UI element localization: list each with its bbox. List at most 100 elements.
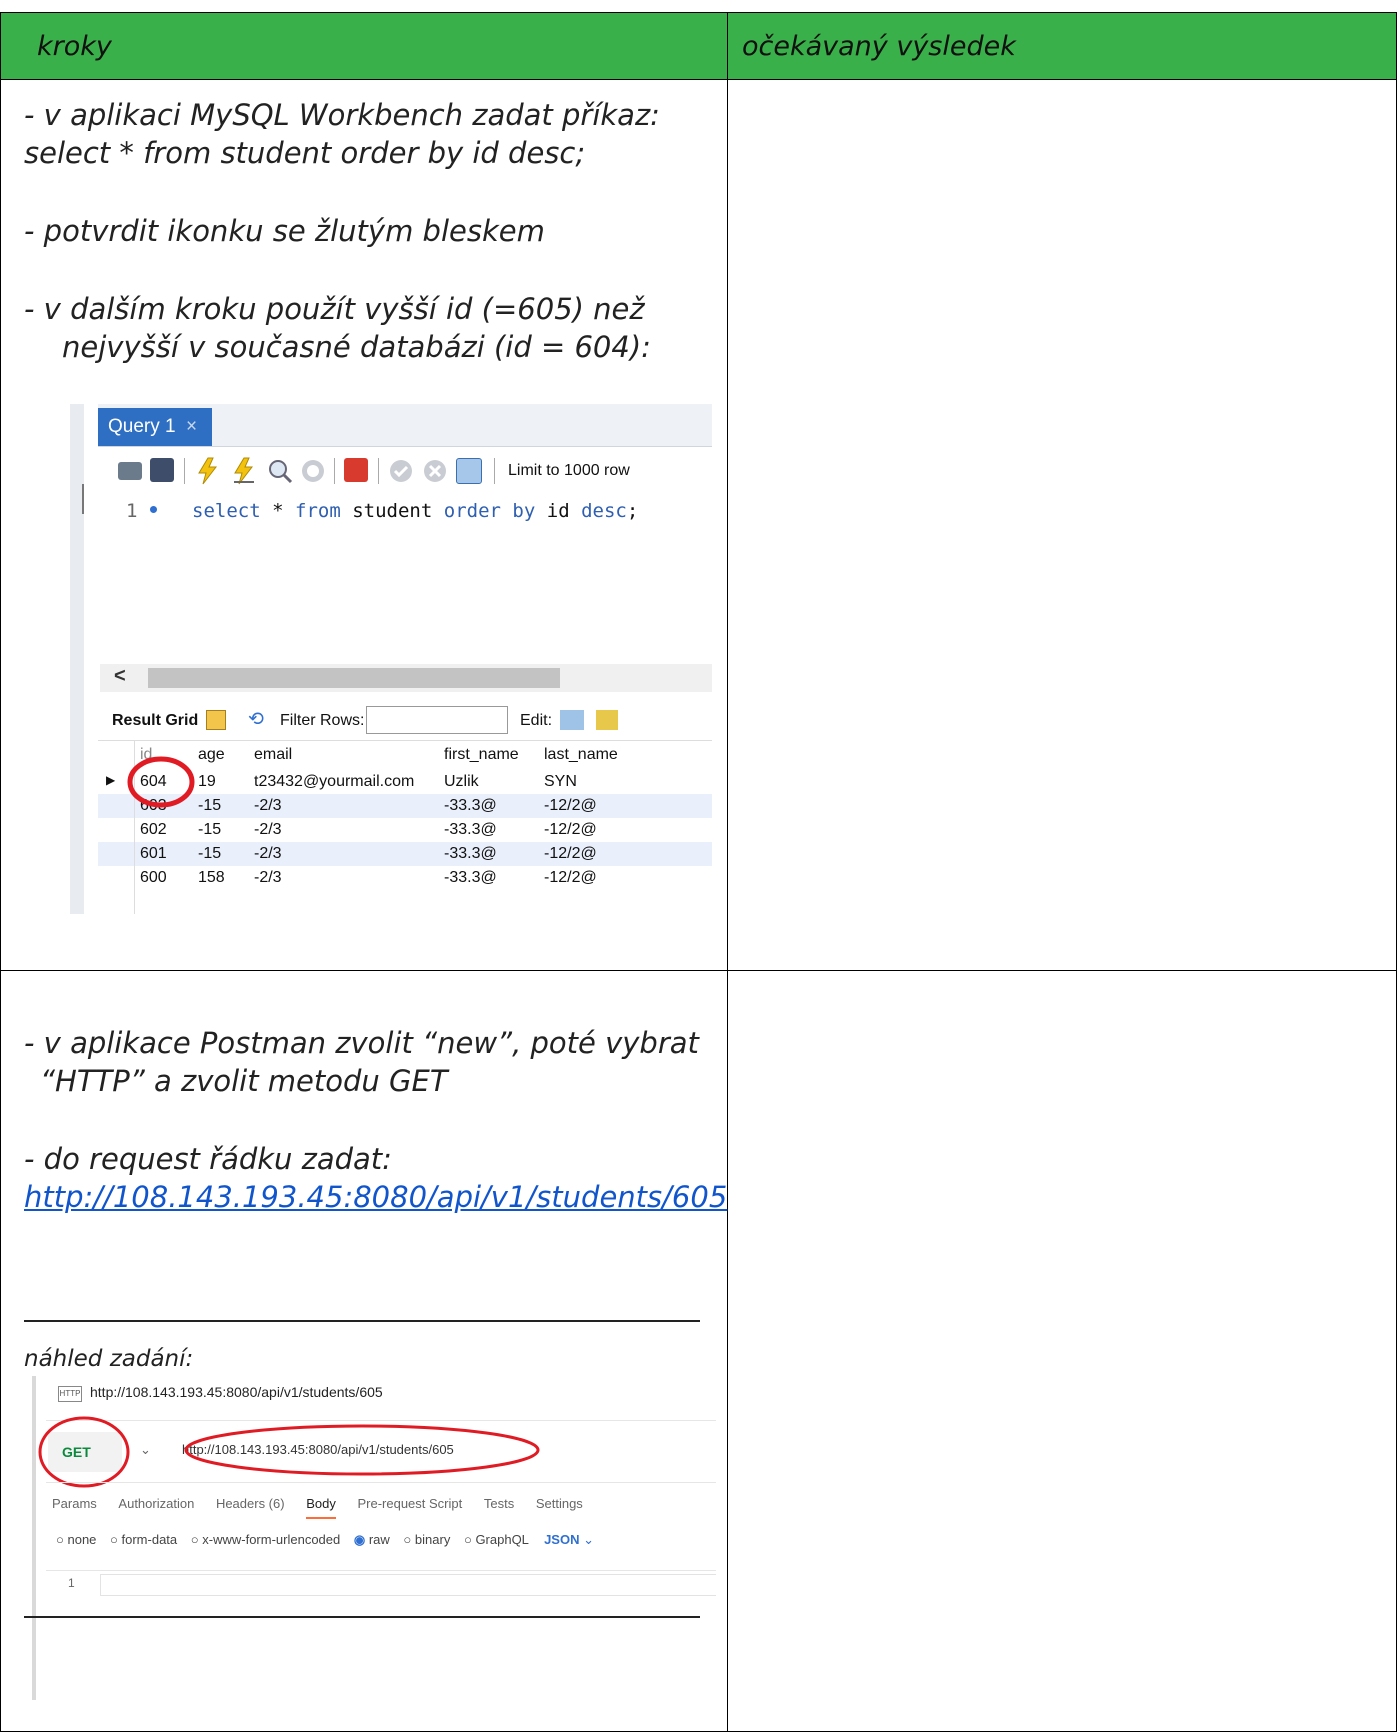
editor-horizontal-scrollbar[interactable]: < xyxy=(100,664,712,692)
cell-age[interactable]: -15 xyxy=(198,845,221,863)
cell-last-name[interactable]: -12/2@ xyxy=(544,869,597,887)
radio-raw-selected-icon[interactable]: ◉ xyxy=(354,1532,365,1547)
result-grid: id age email first_name last_name ▶ 604 … xyxy=(98,740,712,914)
execute-current-icon[interactable] xyxy=(230,456,258,486)
workbench-screenshot: Query 1 × Limit to 1000 row 1 select * f… xyxy=(70,404,712,914)
tab-authorization[interactable]: Authorization xyxy=(118,1496,194,1511)
highlight-circles xyxy=(38,1416,540,1488)
option-graphql[interactable]: GraphQL xyxy=(475,1532,528,1547)
table-row[interactable]: 600 158 -2/3 -33.3@ -12/2@ xyxy=(98,866,712,890)
tab-settings[interactable]: Settings xyxy=(536,1496,583,1511)
toggle-error-icon[interactable] xyxy=(344,458,368,482)
editor-line-number: 1 xyxy=(126,500,138,522)
chevron-down-icon[interactable]: ⌄ xyxy=(583,1532,594,1547)
close-icon[interactable]: × xyxy=(186,416,197,438)
stop-icon[interactable] xyxy=(300,458,326,484)
tab-headers[interactable]: Headers (6) xyxy=(216,1496,285,1511)
tab-body[interactable]: Body xyxy=(306,1496,336,1519)
tab-tests[interactable]: Tests xyxy=(484,1496,514,1511)
row2-url-line: http://108.143.193.45:8080/api/v1/studen… xyxy=(24,1178,727,1216)
request-url-link[interactable]: http://108.143.193.45:8080/api/v1/studen… xyxy=(24,1180,727,1214)
cell-first-name[interactable]: -33.3@ xyxy=(444,845,497,863)
filter-rows-input[interactable] xyxy=(366,706,508,734)
grid-col-header[interactable]: age xyxy=(198,746,225,764)
grid-col-header[interactable]: first_name xyxy=(444,746,519,764)
scroll-left-arrow[interactable]: < xyxy=(114,665,126,688)
format-select[interactable]: JSON xyxy=(544,1532,579,1547)
option-form-data[interactable]: form-data xyxy=(122,1532,178,1547)
option-raw[interactable]: raw xyxy=(369,1532,390,1547)
cell-last-name[interactable]: -12/2@ xyxy=(544,821,597,839)
http-badge-icon: HTTP xyxy=(58,1386,82,1402)
tab-params[interactable]: Params xyxy=(52,1496,97,1511)
line-marker-dot xyxy=(150,506,157,513)
table-row[interactable]: 601 -15 -2/3 -33.3@ -12/2@ xyxy=(98,842,712,866)
tab-pre-request-script[interactable]: Pre-request Script xyxy=(357,1496,462,1511)
cell-email[interactable]: -2/3 xyxy=(254,821,282,839)
add-row-icon[interactable] xyxy=(596,710,618,730)
result-grid-toolbar: Result Grid ⟲ Filter Rows: Edit: xyxy=(98,700,712,741)
grid-col-header[interactable]: last_name xyxy=(544,746,618,764)
radio-none-icon[interactable]: ○ xyxy=(56,1532,64,1547)
cell-last-name[interactable]: -12/2@ xyxy=(544,797,597,815)
cell-age[interactable]: -15 xyxy=(198,821,221,839)
cell-last-name[interactable]: -12/2@ xyxy=(544,845,597,863)
radio-urlencoded-icon[interactable]: ○ xyxy=(191,1532,199,1547)
option-binary[interactable]: binary xyxy=(415,1532,450,1547)
refresh-icon[interactable]: ⟲ xyxy=(248,708,264,731)
edit-cell-icon[interactable] xyxy=(560,710,584,730)
row1-step1-line1: - v aplikaci MySQL Workbench zadat příka… xyxy=(24,98,660,132)
row2-step2-line: - do request řádku zadat: xyxy=(24,1142,392,1176)
sql-keyword: desc xyxy=(581,500,627,522)
cell-email[interactable]: -2/3 xyxy=(254,869,282,887)
cell-first-name[interactable]: -33.3@ xyxy=(444,821,497,839)
sql-token: ; xyxy=(626,500,639,522)
result-grid-label[interactable]: Result Grid xyxy=(112,712,198,730)
cell-id[interactable]: 602 xyxy=(140,821,167,839)
radio-binary-icon[interactable]: ○ xyxy=(403,1532,411,1547)
cell-email[interactable]: t23432@yourmail.com xyxy=(254,773,414,791)
cell-age[interactable]: -15 xyxy=(198,797,221,815)
cell-last-name[interactable]: SYN xyxy=(544,773,577,791)
explain-magnifier-icon[interactable] xyxy=(266,457,294,485)
cell-email[interactable]: -2/3 xyxy=(254,797,282,815)
sql-keyword: by xyxy=(512,500,536,522)
header-expected-result: očekávaný výsledek xyxy=(742,31,1016,62)
cell-first-name[interactable]: -33.3@ xyxy=(444,869,497,887)
cell-first-name[interactable]: Uzlik xyxy=(444,773,479,791)
sql-token: * xyxy=(272,500,284,522)
limit-rows-select[interactable]: Limit to 1000 row xyxy=(508,462,630,480)
row1-step-list: - v aplikaci MySQL Workbench zadat příka… xyxy=(24,96,660,366)
table-header-row: kroky očekávaný výsledek xyxy=(0,12,1397,80)
save-icon[interactable] xyxy=(150,458,174,482)
execute-lightning-icon[interactable] xyxy=(194,456,222,486)
cell-id[interactable]: 601 xyxy=(140,845,167,863)
grid-view-icon[interactable] xyxy=(206,710,226,730)
cell-age[interactable]: 158 xyxy=(198,869,225,887)
rollback-icon[interactable] xyxy=(422,458,448,484)
open-folder-icon[interactable] xyxy=(118,462,142,480)
grid-col-header[interactable]: email xyxy=(254,746,292,764)
cell-email[interactable]: -2/3 xyxy=(254,845,282,863)
option-urlencoded[interactable]: x-www-form-urlencoded xyxy=(202,1532,340,1547)
toolbar-divider xyxy=(494,458,495,484)
radio-form-data-icon[interactable]: ○ xyxy=(110,1532,118,1547)
current-row-arrow-icon: ▶ xyxy=(106,773,116,787)
scrollbar-thumb[interactable] xyxy=(148,668,560,688)
radio-graphql-icon[interactable]: ○ xyxy=(464,1532,472,1547)
tab-label: Query 1 xyxy=(108,416,176,437)
option-none[interactable]: none xyxy=(67,1532,96,1547)
request-title: http://108.143.193.45:8080/api/v1/studen… xyxy=(90,1384,383,1400)
cell-age[interactable]: 19 xyxy=(198,773,216,791)
body-editor[interactable] xyxy=(100,1574,716,1596)
commit-icon[interactable] xyxy=(388,458,414,484)
header-cell-expected: očekávaný výsledek xyxy=(727,12,1397,80)
tab-query-1[interactable]: Query 1 × xyxy=(98,408,212,446)
table-row[interactable]: 602 -15 -2/3 -33.3@ -12/2@ xyxy=(98,818,712,842)
sql-keyword: from xyxy=(295,500,341,522)
autocommit-icon[interactable] xyxy=(456,458,482,484)
cell-id[interactable]: 600 xyxy=(140,869,167,887)
sql-keyword: select xyxy=(192,500,261,522)
filter-rows-label: Filter Rows: xyxy=(280,712,365,729)
cell-first-name[interactable]: -33.3@ xyxy=(444,797,497,815)
